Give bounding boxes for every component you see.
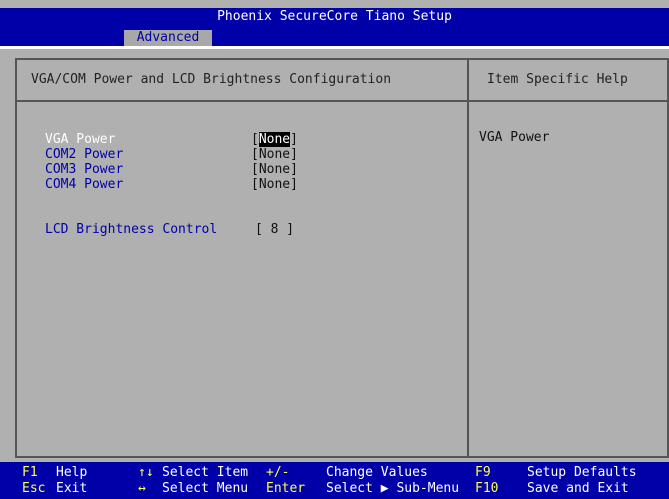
footer-desc: Save and Exit: [527, 481, 629, 496]
footer-row-2: Esc Exit ↔ Select Menu Enter Select ▶ Su…: [0, 480, 669, 497]
help-text: VGA Power: [479, 130, 550, 145]
footer-desc: Setup Defaults: [527, 465, 637, 480]
setting-label: COM3 Power: [45, 162, 124, 177]
setting-value[interactable]: [None]: [251, 132, 298, 147]
footer-desc: Help: [56, 465, 88, 480]
footer-desc: Select Menu: [162, 481, 249, 496]
setting-label: COM2 Power: [45, 147, 124, 162]
menu-tab-bar: Advanced: [0, 26, 669, 49]
main-panel: VGA/COM Power and LCD Brightness Configu…: [15, 58, 669, 458]
help-panel-title: Item Specific Help: [487, 72, 628, 87]
footer-key: ↔: [138, 481, 146, 496]
footer-key: Enter: [266, 481, 306, 496]
setting-label: VGA Power: [45, 132, 116, 147]
footer-key: ↑↓: [138, 465, 154, 480]
footer-desc: Select ▶ Sub-Menu: [326, 481, 460, 496]
footer-key: F1: [22, 465, 38, 480]
setting-value[interactable]: [ 8 ]: [255, 222, 294, 237]
footer-key: F9: [475, 465, 491, 480]
setting-value[interactable]: [None]: [251, 147, 298, 162]
setting-label: LCD Brightness Control: [45, 222, 218, 237]
setting-value[interactable]: [None]: [251, 177, 298, 192]
panel-divider-horizontal: [17, 100, 667, 102]
footer-desc: Select Item: [162, 465, 249, 480]
tab-advanced[interactable]: Advanced: [124, 30, 212, 46]
key-help-footer: F1 Help ↑↓ Select Item +/- Change Values…: [0, 462, 669, 499]
panel-title: VGA/COM Power and LCD Brightness Configu…: [31, 72, 392, 87]
footer-key: Esc: [22, 481, 46, 496]
footer-key: F10: [475, 481, 499, 496]
footer-desc: Exit: [56, 481, 88, 496]
footer-key: +/-: [266, 465, 290, 480]
bios-title: Phoenix SecureCore Tiano Setup: [0, 8, 669, 26]
footer-desc: Change Values: [326, 465, 428, 480]
setting-value[interactable]: [None]: [251, 162, 298, 177]
panel-divider-vertical: [467, 60, 469, 456]
setting-label: COM4 Power: [45, 177, 124, 192]
footer-row-1: F1 Help ↑↓ Select Item +/- Change Values…: [0, 464, 669, 481]
